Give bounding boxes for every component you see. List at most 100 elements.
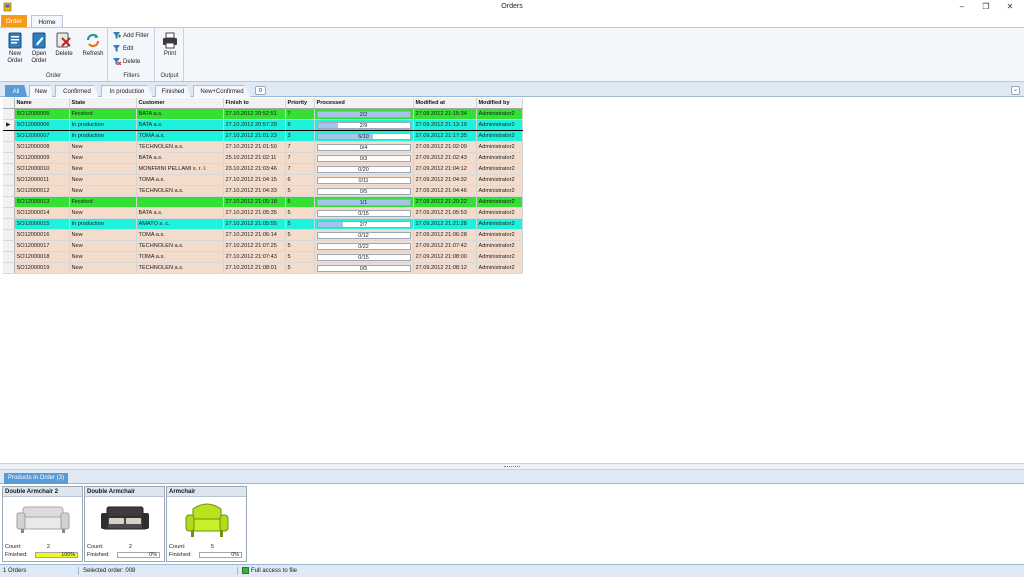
cell-modified-by[interactable]: Administrator2 bbox=[476, 196, 523, 209]
cell-customer[interactable]: TECHNOLEN a.s. bbox=[136, 240, 224, 253]
cell-modified-by[interactable]: Administrator2 bbox=[476, 251, 523, 264]
row-indicator[interactable] bbox=[3, 141, 15, 154]
cell-modified-by[interactable]: Administrator2 bbox=[476, 207, 523, 220]
cell-state[interactable]: In production bbox=[69, 218, 137, 231]
cell-modified-at[interactable]: 27.09.2012 21:04:46 bbox=[413, 185, 477, 198]
cell-priority[interactable]: 5 bbox=[285, 240, 315, 253]
cell-processed[interactable]: 0/4 bbox=[314, 141, 414, 154]
row-indicator[interactable] bbox=[3, 229, 15, 242]
cell-state[interactable]: Finished bbox=[69, 196, 137, 209]
cell-modified-by[interactable]: Administrator2 bbox=[476, 240, 523, 253]
cell-processed[interactable]: 2/9 bbox=[314, 119, 414, 132]
row-indicator[interactable] bbox=[3, 108, 15, 121]
cell-processed[interactable]: 0/3 bbox=[314, 152, 414, 165]
row-indicator[interactable] bbox=[3, 130, 15, 143]
new-order-button[interactable]: New Order bbox=[4, 32, 26, 65]
cell-priority[interactable]: 5 bbox=[285, 262, 315, 275]
cell-modified-at[interactable]: 27.09.2012 21:15:34 bbox=[413, 108, 477, 121]
delete-filter-button[interactable]: Delete bbox=[113, 58, 140, 67]
minimize-button[interactable]: – bbox=[955, 2, 969, 12]
cell-name[interactable]: SO12000014 bbox=[14, 207, 70, 220]
filter-tab-in-production[interactable]: In production bbox=[101, 85, 153, 97]
current-row-arrow-icon[interactable]: ▶ bbox=[3, 119, 15, 132]
cell-name[interactable]: SO12000019 bbox=[14, 262, 70, 275]
cell-priority[interactable]: 8 bbox=[285, 119, 315, 132]
table-row[interactable]: SO12000014 New BATA a.s. 27.10.2012 21:05:3… bbox=[3, 207, 523, 220]
delete-order-button[interactable]: Delete bbox=[52, 32, 76, 58]
table-row[interactable]: SO12000008 New TECHNOLEN a.s. 27.10.2012 21… bbox=[3, 141, 523, 154]
cell-modified-by[interactable]: Administrator2 bbox=[476, 262, 523, 275]
column-header-finish-to[interactable]: Finish to bbox=[223, 98, 286, 110]
cell-name[interactable]: SO12000017 bbox=[14, 240, 70, 253]
splitter-grip-icon[interactable] bbox=[504, 466, 520, 468]
table-row[interactable]: ▶ SO12000006 In production BATA a.s. 27.10.2… bbox=[3, 119, 523, 132]
cell-priority[interactable]: 6 bbox=[285, 174, 315, 187]
cell-finish-to[interactable]: 27.10.2012 21:04:15 bbox=[223, 174, 286, 187]
cell-name[interactable]: SO12000009 bbox=[14, 152, 70, 165]
table-row[interactable]: SO12000015 In production AMATO s. c. 27.10.… bbox=[3, 218, 523, 231]
table-row[interactable]: SO12000007 In production TOMA a.s. 27.10.20… bbox=[3, 130, 523, 143]
cell-priority[interactable]: 7 bbox=[285, 141, 315, 154]
tab-products-in-order[interactable]: Products in Order (3) bbox=[4, 473, 69, 484]
panel-splitter[interactable] bbox=[0, 463, 1024, 470]
cell-state[interactable]: New bbox=[69, 229, 137, 242]
cell-customer[interactable]: TOMA a.s. bbox=[136, 251, 224, 264]
cell-modified-at[interactable]: 27.09.2012 21:05:53 bbox=[413, 207, 477, 220]
cell-finish-to[interactable]: 27.10.2012 21:01:23 bbox=[223, 130, 286, 143]
cell-processed[interactable]: 2/7 bbox=[314, 218, 414, 231]
cell-name[interactable]: SO12000018 bbox=[14, 251, 70, 264]
column-header-modified-by[interactable]: Modified by bbox=[476, 98, 523, 110]
product-card[interactable]: Double Armchair 2 Count: 2 Finished: 100% bbox=[2, 486, 83, 562]
cell-customer[interactable]: TOMA a.s. bbox=[136, 229, 224, 242]
cell-modified-by[interactable]: Administrator2 bbox=[476, 119, 523, 132]
cell-finish-to[interactable]: 27.10.2012 21:07:25 bbox=[223, 240, 286, 253]
cell-customer[interactable]: TOMA a.s. bbox=[136, 130, 224, 143]
column-header-priority[interactable]: Priority bbox=[285, 98, 315, 110]
row-indicator[interactable] bbox=[3, 196, 15, 209]
cell-finish-to[interactable]: 25.10.2012 21:02:11 bbox=[223, 152, 286, 165]
cell-name[interactable]: SO12000012 bbox=[14, 185, 70, 198]
cell-modified-at[interactable]: 27.09.2012 21:08:00 bbox=[413, 251, 477, 264]
cell-priority[interactable]: 5 bbox=[285, 196, 315, 209]
row-indicator[interactable] bbox=[3, 152, 15, 165]
cell-modified-by[interactable]: Administrator2 bbox=[476, 185, 523, 198]
cell-modified-by[interactable]: Administrator2 bbox=[476, 152, 523, 165]
cell-customer[interactable]: BATA a.s. bbox=[136, 108, 224, 121]
table-row[interactable]: SO12000019 New TECHNOLEN a.s. 27.10.2012 21… bbox=[3, 262, 523, 275]
row-indicator[interactable] bbox=[3, 207, 15, 220]
cell-name[interactable]: SO12000008 bbox=[14, 141, 70, 154]
cell-name[interactable]: SO12000013 bbox=[14, 196, 70, 209]
product-card[interactable]: Double Armchair Count: 2 Finished: 0% bbox=[84, 486, 165, 562]
product-card[interactable]: Armchair Count: 5 Finished: 0% bbox=[166, 486, 247, 562]
table-row[interactable]: SO12000016 New TOMA a.s. 27.10.2012 21:06:1… bbox=[3, 229, 523, 242]
cell-state[interactable]: Finished bbox=[69, 108, 137, 121]
cell-finish-to[interactable]: 27.10.2012 21:01:50 bbox=[223, 141, 286, 154]
cell-modified-at[interactable]: 27.09.2012 21:08:12 bbox=[413, 262, 477, 275]
cell-processed[interactable]: 0/12 bbox=[314, 229, 414, 242]
cell-priority[interactable]: 5 bbox=[285, 218, 315, 231]
close-button[interactable]: ✕ bbox=[1003, 2, 1017, 12]
cell-modified-by[interactable]: Administrator2 bbox=[476, 141, 523, 154]
table-row[interactable]: SO12000017 New TECHNOLEN a.s. 27.10.2012 21… bbox=[3, 240, 523, 253]
table-row[interactable]: SO12000013 Finished 27.10.2012 21:05:18 5 1/… bbox=[3, 196, 523, 209]
cell-processed[interactable]: 0/15 bbox=[314, 207, 414, 220]
cell-modified-by[interactable]: Administrator2 bbox=[476, 218, 523, 231]
chevron-down-icon[interactable]: ⌄ bbox=[1011, 86, 1020, 95]
cell-processed[interactable]: 0/22 bbox=[314, 240, 414, 253]
cell-state[interactable]: New bbox=[69, 163, 137, 176]
cell-customer[interactable]: BATA a.s. bbox=[136, 152, 224, 165]
cell-processed[interactable]: 1/1 bbox=[314, 196, 414, 209]
filter-tab-all[interactable]: All bbox=[5, 85, 27, 97]
cell-name[interactable]: SO12000006 bbox=[14, 119, 70, 132]
cell-state[interactable]: In production bbox=[69, 130, 137, 143]
cell-state[interactable]: New bbox=[69, 141, 137, 154]
cell-finish-to[interactable]: 27.10.2012 21:06:14 bbox=[223, 229, 286, 242]
cell-name[interactable]: SO12000011 bbox=[14, 174, 70, 187]
row-indicator[interactable] bbox=[3, 163, 15, 176]
cell-customer[interactable]: BATA a.s. bbox=[136, 119, 224, 132]
cell-name[interactable]: SO12000015 bbox=[14, 218, 70, 231]
filter-tab-new[interactable]: New bbox=[29, 85, 53, 97]
column-header-processed[interactable]: Processed bbox=[314, 98, 414, 110]
cell-customer[interactable]: TECHNOLEN a.s. bbox=[136, 141, 224, 154]
cell-finish-to[interactable]: 27.10.2012 21:04:33 bbox=[223, 185, 286, 198]
